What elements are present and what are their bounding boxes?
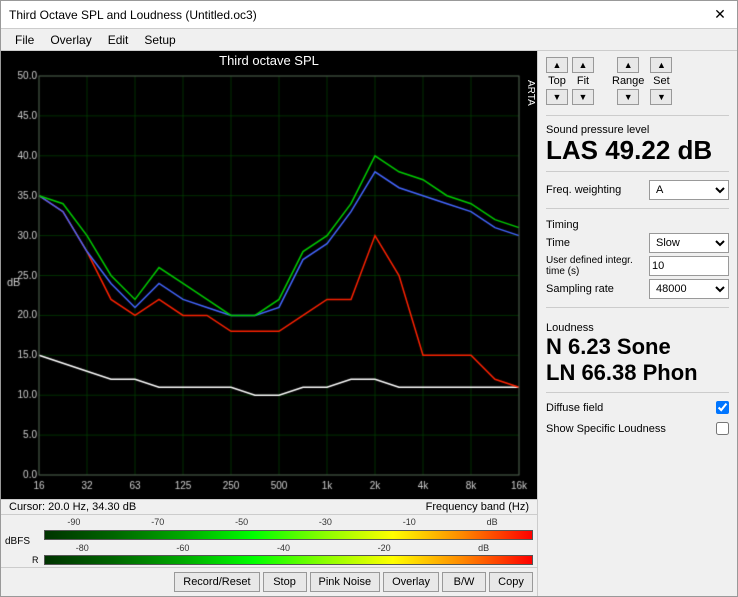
window-title: Third Octave SPL and Loudness (Untitled.…: [9, 8, 257, 22]
menu-setup[interactable]: Setup: [138, 32, 181, 48]
menu-edit[interactable]: Edit: [102, 32, 135, 48]
main-window: Third Octave SPL and Loudness (Untitled.…: [0, 0, 738, 597]
arta-label: ARTA: [525, 80, 535, 106]
freq-weighting-select[interactable]: A B C Z: [649, 180, 729, 200]
meter-row-red: R: [32, 555, 533, 565]
meter-track-wrap: -90 -70 -50 -30 -10 dB: [32, 517, 533, 565]
fit-label: Fit: [575, 75, 591, 87]
show-specific-row: Show Specific Loudness: [546, 422, 729, 435]
stop-button[interactable]: Stop: [263, 572, 307, 592]
loudness-section: Loudness N 6.23 Sone LN 66.38 Phon: [546, 318, 729, 387]
sampling-rate-select[interactable]: 44100 48000 96000: [649, 279, 729, 299]
chart-title: Third octave SPL: [1, 51, 537, 70]
show-specific-label: Show Specific Loudness: [546, 423, 666, 435]
timing-section: Timing Time Fast Slow Impulse User defin…: [546, 215, 729, 301]
side-panel: ▲ Top ▼ ▲ Fit ▼ ▲ Range ▼ ▲ Set: [537, 51, 737, 596]
bottom-buttons: Record/Reset Stop Pink Noise Overlay B/W…: [1, 567, 537, 596]
top-ctrl-group: ▲ Top ▼: [546, 57, 568, 105]
chart-area: Third octave SPL ARTA Cursor: 20.0 Hz, 3…: [1, 51, 537, 596]
chart-canvas-wrapper: ARTA: [1, 70, 537, 499]
chart-bottom-info: Cursor: 20.0 Hz, 34.30 dB Frequency band…: [1, 499, 537, 514]
diffuse-field-row: Diffuse field: [546, 401, 729, 414]
menu-bar: File Overlay Edit Setup: [1, 29, 737, 51]
show-specific-checkbox[interactable]: [716, 422, 729, 435]
n-value: N 6.23 Sone: [546, 334, 729, 360]
pink-noise-button[interactable]: Pink Noise: [310, 572, 381, 592]
dbfs-row: dBFS -90 -70 -50 -30 -10 dB: [1, 514, 537, 567]
top-down-button[interactable]: ▼: [546, 89, 568, 105]
time-label: Time: [546, 237, 570, 249]
set-ctrl-group: ▲ Set ▼: [650, 57, 672, 105]
overlay-button[interactable]: Overlay: [383, 572, 439, 592]
diffuse-field-checkbox[interactable]: [716, 401, 729, 414]
main-area: Third octave SPL ARTA Cursor: 20.0 Hz, 3…: [1, 51, 737, 596]
diffuse-field-label: Diffuse field: [546, 402, 603, 414]
range-up-button[interactable]: ▲: [617, 57, 639, 73]
user-defined-label: User defined integr. time (s): [546, 255, 636, 277]
time-row: Time Fast Slow Impulse: [546, 233, 729, 253]
menu-file[interactable]: File: [9, 32, 40, 48]
top-controls: ▲ Top ▼ ▲ Fit ▼ ▲ Range ▼ ▲ Set: [546, 57, 729, 105]
freq-weighting-label: Freq. weighting: [546, 184, 621, 196]
set-down-button[interactable]: ▼: [650, 89, 672, 105]
user-defined-input[interactable]: [649, 256, 729, 276]
range-ctrl-group: ▲ Range ▼: [610, 57, 646, 105]
sampling-rate-row: Sampling rate 44100 48000 96000: [546, 279, 729, 299]
freq-weighting-row: Freq. weighting A B C Z: [546, 180, 729, 200]
sampling-rate-label: Sampling rate: [546, 283, 614, 295]
freq-label: Frequency band (Hz): [426, 501, 529, 513]
time-select[interactable]: Fast Slow Impulse: [649, 233, 729, 253]
timing-section-label: Timing: [546, 219, 729, 231]
divider1: [546, 115, 729, 116]
menu-overlay[interactable]: Overlay: [44, 32, 97, 48]
user-defined-row: User defined integr. time (s): [546, 255, 729, 277]
copy-button[interactable]: Copy: [489, 572, 533, 592]
top-up-button[interactable]: ▲: [546, 57, 568, 73]
title-bar: Third Octave SPL and Loudness (Untitled.…: [1, 1, 737, 29]
bottom-section: dBFS -90 -70 -50 -30 -10 dB: [1, 514, 537, 596]
dbfs-label: dBFS: [5, 536, 30, 547]
chart-canvas: [1, 70, 537, 499]
set-up-button[interactable]: ▲: [650, 57, 672, 73]
divider4: [546, 307, 729, 308]
range-down-button[interactable]: ▼: [617, 89, 639, 105]
loudness-section-label: Loudness: [546, 322, 729, 334]
meter-row-green: [32, 530, 533, 540]
fit-up-button[interactable]: ▲: [572, 57, 594, 73]
divider2: [546, 171, 729, 172]
divider5: [546, 392, 729, 393]
record-reset-button[interactable]: Record/Reset: [174, 572, 259, 592]
r-label: R: [32, 555, 42, 565]
fit-down-button[interactable]: ▼: [572, 89, 594, 105]
spl-value: LAS 49.22 dB: [546, 136, 729, 165]
ln-value: LN 66.38 Phon: [546, 360, 729, 386]
bw-button[interactable]: B/W: [442, 572, 486, 592]
close-button[interactable]: ✕: [711, 6, 729, 24]
spl-section: Sound pressure level LAS 49.22 dB: [546, 122, 729, 165]
range-label: Range: [610, 75, 646, 87]
top-label: Top: [546, 75, 568, 87]
cursor-info: Cursor: 20.0 Hz, 34.30 dB: [9, 501, 136, 513]
divider3: [546, 208, 729, 209]
set-label: Set: [651, 75, 672, 87]
fit-ctrl-group: ▲ Fit ▼: [572, 57, 594, 105]
